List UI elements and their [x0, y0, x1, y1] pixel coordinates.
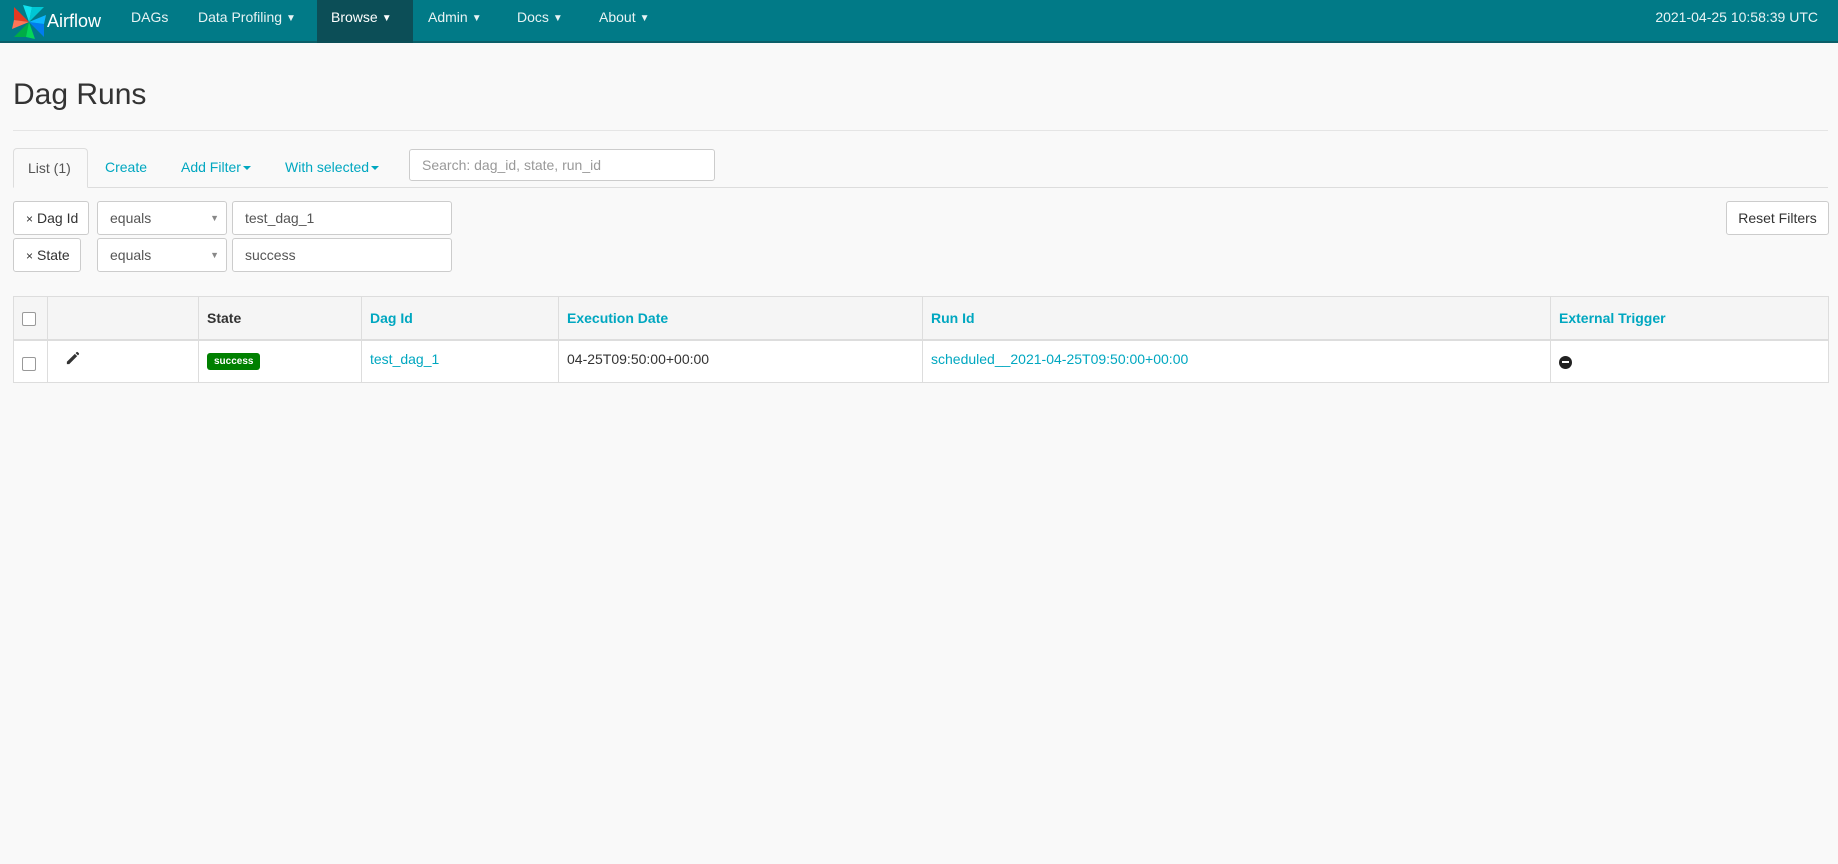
search-input[interactable]	[409, 149, 715, 181]
filter-operator-value: equals	[110, 247, 152, 263]
external-trigger-header[interactable]: External Trigger	[1550, 296, 1829, 341]
tab-add-filter[interactable]: Add Filter	[167, 148, 265, 188]
select-arrow-icon: ▼	[210, 213, 219, 223]
nav-admin-label: Admin	[428, 9, 468, 25]
row-run-id-cell: scheduled__2021-04-25T09:50:00+00:00	[922, 339, 1551, 383]
nav-docs-label: Docs	[517, 9, 549, 25]
server-time: 2021-04-25 10:58:39 UTC	[1655, 9, 1818, 25]
nav-about[interactable]: About ▼	[599, 0, 650, 43]
tab-add-filter-label: Add Filter	[181, 159, 241, 175]
filter-operator-select[interactable]: equals ▼	[97, 201, 227, 235]
dag-id-link[interactable]: test_dag_1	[370, 351, 439, 367]
tab-with-selected-label: With selected	[285, 159, 370, 175]
nav-data-profiling[interactable]: Data Profiling ▼	[198, 0, 296, 43]
nav-data-profiling-label: Data Profiling	[198, 9, 283, 25]
remove-filter-dag-id[interactable]: × Dag Id	[13, 201, 90, 235]
dag-runs-table: State Dag Id Execution Date Run Id Exter…	[13, 296, 1829, 383]
tab-list[interactable]: List (1)	[13, 148, 88, 188]
nav-dags[interactable]: DAGs	[131, 0, 168, 43]
state-header: State	[198, 296, 362, 341]
brand-name: Airflow	[47, 11, 102, 31]
airflow-logo-icon	[12, 4, 46, 39]
page-title: Dag Runs	[13, 78, 147, 111]
caret-down-icon	[242, 166, 251, 171]
run-id-link[interactable]: scheduled__2021-04-25T09:50:00+00:00	[931, 351, 1188, 367]
select-all-checkbox[interactable]	[22, 312, 36, 327]
status-badge: success	[207, 353, 261, 370]
filter-operator-value: equals	[110, 210, 152, 226]
tab-with-selected[interactable]: With selected	[271, 148, 393, 188]
nav-dags-label: DAGs	[131, 9, 169, 25]
reset-filters-button[interactable]: Reset Filters	[1726, 201, 1829, 235]
minus-circle-icon	[1559, 355, 1572, 369]
caret-down-icon	[371, 166, 380, 171]
dag-id-header[interactable]: Dag Id	[361, 296, 559, 341]
chevron-down-icon: ▼	[639, 13, 650, 24]
tab-create[interactable]: Create	[91, 148, 161, 188]
row-execution-date-cell: 04-25T09:50:00+00:00	[558, 339, 923, 383]
run-id-header[interactable]: Run Id	[922, 296, 1551, 341]
pencil-icon[interactable]	[65, 351, 80, 366]
tab-list-label: List (1)	[28, 160, 71, 176]
nav-about-label: About	[599, 9, 636, 25]
row-state-cell: success	[198, 339, 362, 383]
nav-browse[interactable]: Browse ▼	[317, 0, 413, 43]
tab-create-label: Create	[105, 159, 148, 175]
chevron-down-icon: ▼	[552, 13, 563, 24]
chevron-down-icon: ▼	[381, 13, 392, 24]
nav-docs[interactable]: Docs ▼	[517, 0, 563, 43]
brand[interactable]: Airflow	[10, 0, 101, 43]
top-navbar: Airflow DAGs Data Profiling ▼ Browse ▼ Adm…	[0, 0, 1838, 43]
nav-browse-label: Browse	[331, 9, 378, 25]
filter-value-input[interactable]	[232, 238, 452, 272]
filter-value-input[interactable]	[232, 201, 452, 235]
row-checkbox[interactable]	[22, 357, 36, 372]
row-external-trigger-cell	[1550, 339, 1829, 383]
chevron-down-icon: ▼	[471, 13, 482, 24]
filter-field-label: State	[37, 247, 70, 263]
execution-date-header[interactable]: Execution Date	[558, 296, 923, 341]
filter-operator-select[interactable]: equals ▼	[97, 238, 227, 272]
row-actions-cell	[47, 339, 199, 383]
select-arrow-icon: ▼	[210, 250, 219, 260]
remove-filter-state[interactable]: × State	[13, 238, 81, 272]
select-all-cell	[13, 296, 48, 341]
actions-header	[47, 296, 199, 341]
table-header-row: State Dag Id Execution Date Run Id Exter…	[13, 296, 1829, 341]
filter-field-label: Dag Id	[37, 210, 79, 226]
row-select-cell	[13, 339, 48, 383]
chevron-down-icon: ▼	[286, 13, 296, 24]
nav-admin[interactable]: Admin ▼	[428, 0, 482, 43]
title-divider	[13, 130, 1828, 131]
table-row: success test_dag_1 04-25T09:50:00+00:00 …	[13, 339, 1829, 383]
close-icon: ×	[26, 249, 34, 263]
row-dag-id-cell: test_dag_1	[361, 339, 559, 383]
close-icon: ×	[26, 212, 34, 226]
